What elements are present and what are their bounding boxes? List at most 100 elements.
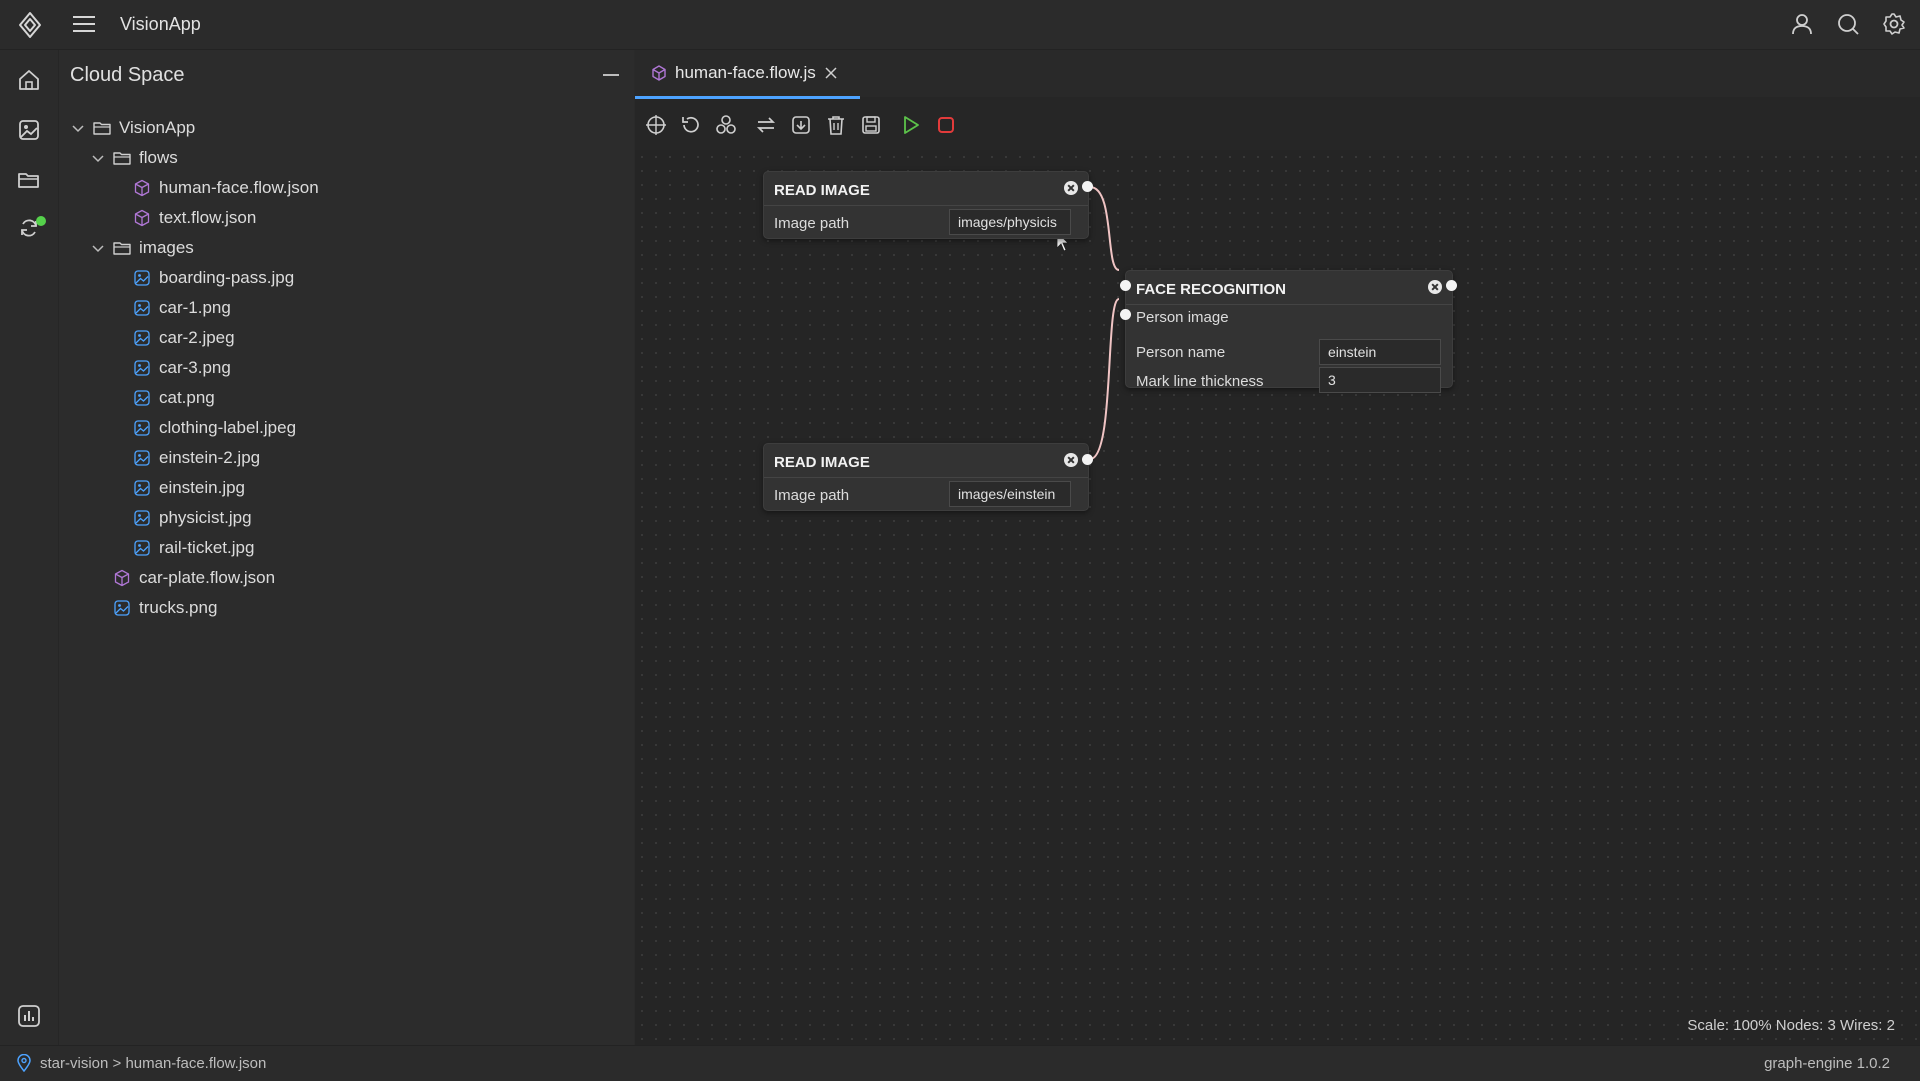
- chevron-down-icon[interactable]: [91, 241, 113, 255]
- tree-item-label: VisionApp: [119, 118, 196, 137]
- input-port[interactable]: [1120, 280, 1131, 291]
- tree-item-label: car-1.png: [159, 298, 231, 317]
- version-label: graph-engine 1.0.2: [1764, 1055, 1890, 1072]
- tree-file[interactable]: einstein-2.jpg: [59, 443, 634, 473]
- image-path-input[interactable]: [949, 209, 1071, 235]
- output-port[interactable]: [1446, 280, 1457, 291]
- image-file-icon: [133, 449, 159, 467]
- tab-human-face-flow[interactable]: human-face.flow.js: [635, 50, 860, 99]
- flow-file-icon: [113, 569, 139, 587]
- image-file-icon: [133, 419, 159, 437]
- home-icon[interactable]: [17, 68, 41, 92]
- trash-icon[interactable]: [825, 114, 847, 136]
- fit-view-icon[interactable]: [645, 114, 667, 136]
- tree-item-label: rail-ticket.jpg: [159, 538, 255, 557]
- tree-item-label: cat.png: [159, 388, 215, 407]
- delete-node-icon[interactable]: [1064, 181, 1078, 195]
- tree-item-label: trucks.png: [139, 598, 218, 617]
- tree-file[interactable]: physicist.jpg: [59, 503, 634, 533]
- image-path-label: Image path: [774, 215, 850, 232]
- wire-2: [1089, 298, 1120, 460]
- swap-icon[interactable]: [755, 114, 777, 136]
- canvas-stats: Scale: 100% Nodes: 3 Wires: 2: [1687, 1017, 1895, 1034]
- output-port[interactable]: [1082, 454, 1093, 465]
- tree-folder[interactable]: VisionApp: [59, 113, 634, 143]
- tree-item-label: physicist.jpg: [159, 508, 252, 527]
- tab-bar: human-face.flow.js: [635, 50, 1920, 99]
- analytics-icon[interactable]: [17, 1004, 41, 1028]
- person-name-input[interactable]: [1319, 339, 1441, 365]
- tree-item-label: clothing-label.jpeg: [159, 418, 297, 437]
- hamburger-menu-icon[interactable]: [72, 13, 96, 35]
- person-image-label: Person image: [1136, 309, 1229, 326]
- search-icon[interactable]: [1836, 12, 1860, 36]
- user-icon[interactable]: [1790, 12, 1814, 36]
- tree-file[interactable]: trucks.png: [59, 593, 634, 623]
- tree-file[interactable]: car-2.jpeg: [59, 323, 634, 353]
- app-logo-icon[interactable]: [16, 11, 44, 39]
- folder-icon: [113, 149, 139, 167]
- save-icon[interactable]: [860, 114, 882, 136]
- tree-file[interactable]: rail-ticket.jpg: [59, 533, 634, 563]
- person-image-port[interactable]: [1120, 309, 1131, 320]
- tree-file[interactable]: car-plate.flow.json: [59, 563, 634, 593]
- delete-node-icon[interactable]: [1064, 453, 1078, 467]
- gear-icon[interactable]: [1882, 12, 1906, 36]
- folder-icon[interactable]: [17, 168, 41, 192]
- nodes-icon[interactable]: [715, 114, 737, 136]
- tree-item-label: einstein-2.jpg: [159, 448, 261, 467]
- top-bar: VisionApp: [0, 0, 1920, 50]
- flow-file-icon: [133, 179, 159, 197]
- output-port[interactable]: [1082, 181, 1093, 192]
- node-face-recognition[interactable]: FACE RECOGNITION Person image Person nam…: [1120, 270, 1457, 393]
- gallery-icon[interactable]: [17, 118, 41, 142]
- node-read-image-1[interactable]: READ IMAGE Image path: [763, 171, 1093, 239]
- image-file-icon: [133, 299, 159, 317]
- flow-canvas[interactable]: READ IMAGE Image path FACE RECOGNITION P…: [635, 150, 1920, 1045]
- tree-file[interactable]: einstein.jpg: [59, 473, 634, 503]
- image-file-icon: [133, 539, 159, 557]
- location-pin-icon: [16, 1054, 32, 1072]
- file-tree: VisionApp flows human-face.flow.json text.f…: [59, 113, 634, 623]
- tree-item-label: car-plate.flow.json: [139, 568, 276, 587]
- tree-file[interactable]: human-face.flow.json: [59, 173, 634, 203]
- flow-file-icon: [133, 209, 159, 227]
- chevron-down-icon[interactable]: [71, 121, 93, 135]
- stop-icon[interactable]: [935, 114, 957, 136]
- tree-file[interactable]: boarding-pass.jpg: [59, 263, 634, 293]
- image-file-icon: [133, 329, 159, 347]
- node-title: FACE RECOGNITION: [1136, 281, 1287, 298]
- tree-file[interactable]: clothing-label.jpeg: [59, 413, 634, 443]
- tree-file[interactable]: text.flow.json: [59, 203, 634, 233]
- tree-item-label: text.flow.json: [159, 208, 257, 227]
- delete-node-icon[interactable]: [1428, 280, 1442, 294]
- image-file-icon: [133, 479, 159, 497]
- image-path-input[interactable]: [949, 481, 1071, 507]
- sidebar-title: Cloud Space: [70, 64, 185, 86]
- close-tab-icon[interactable]: [825, 67, 837, 79]
- run-icon[interactable]: [900, 114, 922, 136]
- node-title: READ IMAGE: [774, 454, 870, 471]
- file-explorer: Cloud Space VisionApp flows human-face.flo…: [59, 50, 634, 1045]
- node-read-image-2[interactable]: READ IMAGE Image path: [763, 443, 1093, 511]
- refresh-icon[interactable]: [680, 114, 702, 136]
- activity-bar: [0, 50, 59, 1045]
- status-dot: [36, 216, 46, 226]
- tree-folder[interactable]: images: [59, 233, 634, 263]
- chevron-down-icon[interactable]: [91, 151, 113, 165]
- tree-file[interactable]: car-3.png: [59, 353, 634, 383]
- image-path-label: Image path: [774, 487, 850, 504]
- tree-folder[interactable]: flows: [59, 143, 634, 173]
- folder-icon: [113, 239, 139, 257]
- export-icon[interactable]: [790, 114, 812, 136]
- tree-file[interactable]: cat.png: [59, 383, 634, 413]
- tree-item-label: car-3.png: [159, 358, 231, 377]
- tree-item-label: boarding-pass.jpg: [159, 268, 295, 287]
- tree-file[interactable]: car-1.png: [59, 293, 634, 323]
- collapse-panel-button[interactable]: [603, 74, 619, 76]
- tab-label: human-face.flow.js: [675, 63, 816, 82]
- breadcrumb[interactable]: star-vision > human-face.flow.json: [40, 1055, 266, 1072]
- tree-item-label: human-face.flow.json: [159, 178, 319, 197]
- tree-item-label: car-2.jpeg: [159, 328, 235, 347]
- line-thickness-input[interactable]: [1319, 367, 1441, 393]
